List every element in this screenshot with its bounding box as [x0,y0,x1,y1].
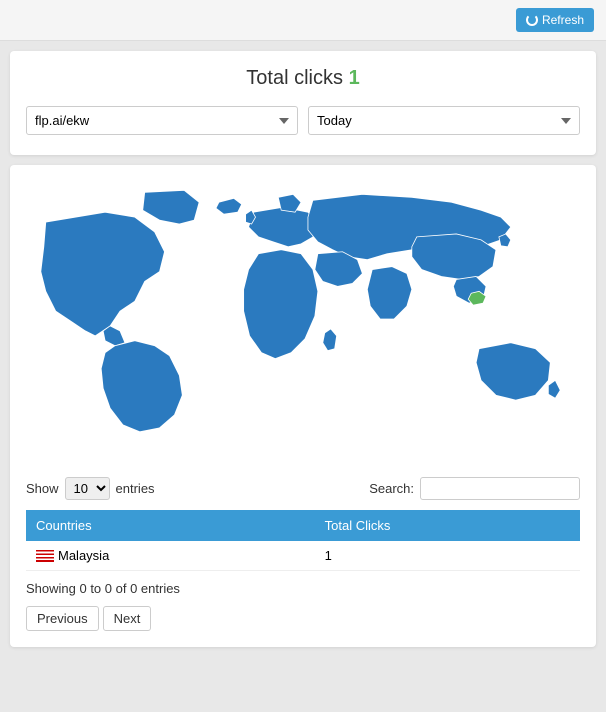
col-countries: Countries [26,510,315,541]
top-card: Total clicks 1 flp.ai/ekw Today Yesterda… [10,51,596,155]
map-card: Show 10 25 50 entries Search: Countries … [10,165,596,647]
url-filter[interactable]: flp.ai/ekw [26,106,298,135]
refresh-label: Refresh [542,13,584,27]
page-title: Total clicks 1 [26,67,580,90]
filters: flp.ai/ekw Today Yesterday Last 7 days L… [26,106,580,135]
country-name: Malaysia [58,548,109,563]
period-filter[interactable]: Today Yesterday Last 7 days Last 30 days [308,106,580,135]
refresh-button[interactable]: Refresh [516,8,594,32]
next-button[interactable]: Next [103,606,152,631]
table-row: Malaysia 1 [26,541,580,571]
previous-button[interactable]: Previous [26,606,99,631]
table-header-row: Countries Total Clicks [26,510,580,541]
entries-label: entries [116,481,155,496]
click-count: 1 [349,67,360,89]
show-entries-section: Show 10 25 50 entries [26,477,155,500]
world-map-container [26,181,580,461]
search-section: Search: [369,477,580,500]
clicks-value: 1 [315,541,580,571]
refresh-icon [526,14,538,26]
top-bar: Refresh [0,0,606,41]
showing-info: Showing 0 to 0 of 0 entries [26,581,580,596]
pagination: Previous Next [26,606,580,631]
show-label: Show [26,481,59,496]
entries-select[interactable]: 10 25 50 [65,477,110,500]
world-map [26,181,580,461]
title-section: Total clicks 1 [26,67,580,90]
data-table: Countries Total Clicks Malaysia 1 [26,510,580,571]
country-cell: Malaysia [26,541,315,571]
flag-malaysia [36,550,54,562]
col-total-clicks: Total Clicks [315,510,580,541]
search-label: Search: [369,481,414,496]
table-controls: Show 10 25 50 entries Search: [26,477,580,500]
search-input[interactable] [420,477,580,500]
